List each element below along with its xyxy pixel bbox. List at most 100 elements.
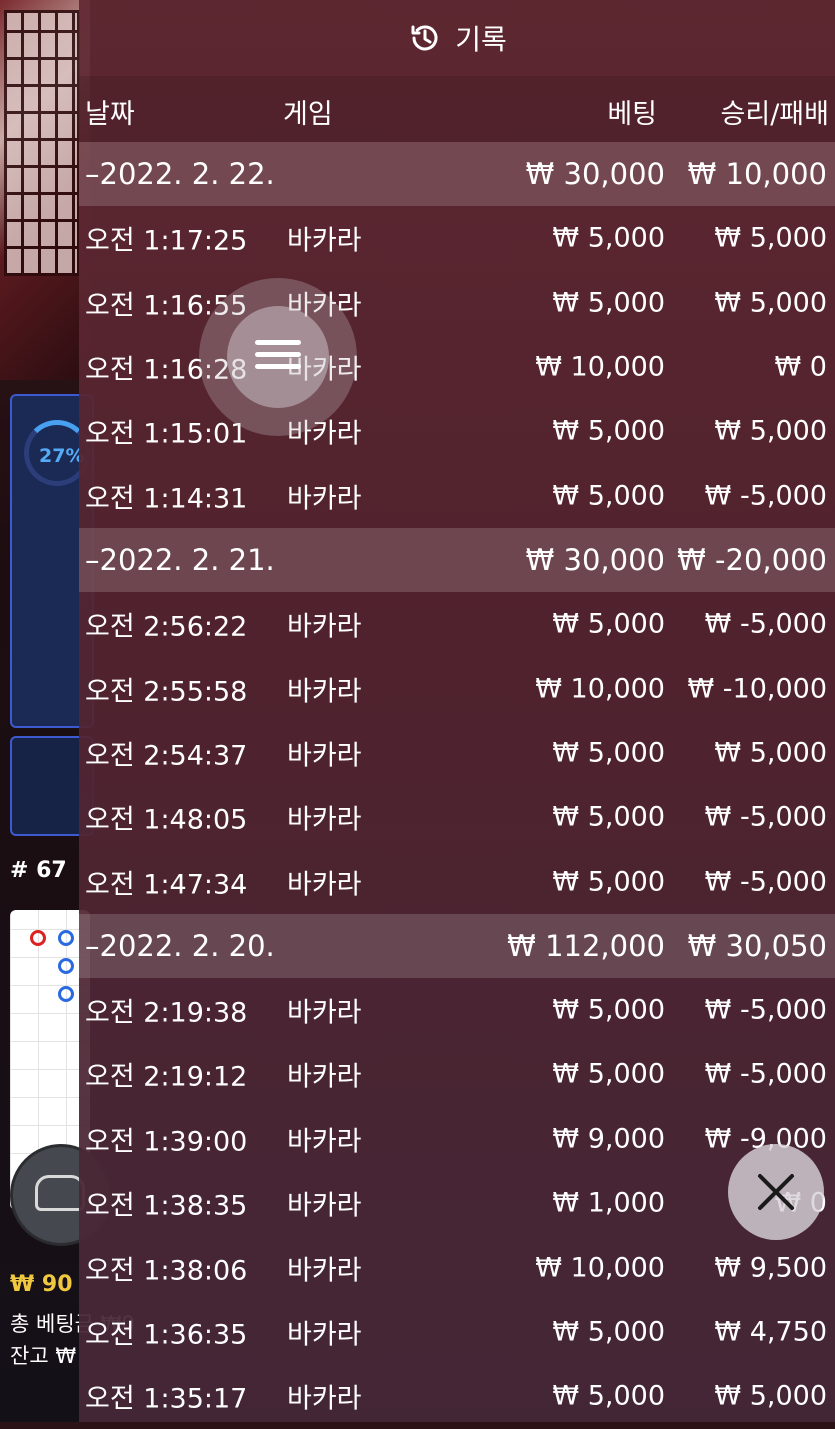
row-bet: ₩ 10,000 (535, 673, 665, 705)
background-lattice-window (4, 10, 80, 276)
group-date: –2022. 2. 21. (85, 542, 275, 577)
row-game: 바카라 (287, 1255, 362, 1287)
row-bet: ₩ 5,000 (552, 287, 665, 319)
history-row[interactable]: 오전 2:19:38 바카라 ₩ 5,000 ₩ -5,000 (79, 978, 835, 1042)
history-row[interactable]: 오전 1:38:35바카라₩ 1,000₩ 0 (79, 1171, 835, 1235)
row-time: 오전 1:17:25 (85, 225, 248, 257)
history-row[interactable]: 오전 1:14:31 바카라 ₩ 5,000 ₩ -5,000 (79, 464, 835, 528)
history-row[interactable]: 오전 1:17:25 바카라 ₩ 5,000 ₩ 5,000 (79, 206, 835, 270)
history-list[interactable]: –2022. 2. 22. ₩ 30,000 ₩ 10,000 오전 1:17:25 바… (79, 142, 835, 1429)
row-bet: ₩ 5,000 (552, 866, 665, 898)
close-icon (758, 1174, 794, 1210)
row-game: 바카라 (287, 611, 362, 643)
row-game: 바카라 (287, 804, 362, 836)
row-time: 오전 1:38:35 (85, 1190, 248, 1222)
row-bet: ₩ 5,000 (552, 608, 665, 640)
row-game: 바카라 (287, 1126, 362, 1158)
history-panel: 기록 날짜 게임 베팅 승리/패배 –2022. 2. 22. ₩ 30,000 ₩… (79, 0, 835, 1422)
group-total-bet: ₩ 112,000 (507, 928, 665, 963)
history-row[interactable]: 오전 1:48:05 바카라 ₩ 5,000 ₩ -5,000 (79, 785, 835, 849)
group-date: –2022. 2. 22. (85, 157, 275, 191)
row-bet: ₩ 10,000 (535, 351, 665, 383)
history-row[interactable]: 오전 1:39:00 바카라 ₩ 9,000 ₩ -9,000 (79, 1107, 835, 1171)
row-bet: ₩ 5,000 (552, 1380, 665, 1412)
history-title: 기록 (455, 23, 507, 56)
row-win-loss: ₩ 5,000 (714, 737, 827, 769)
row-game: 바카라 (287, 869, 362, 901)
history-title-bar: 기록 (79, 0, 835, 76)
row-bet: ₩ 5,000 (552, 1316, 665, 1348)
menu-button[interactable] (199, 278, 357, 436)
history-row[interactable]: 오전 1:15:01 바카라 ₩ 5,000 ₩ 5,000 (79, 399, 835, 463)
history-row[interactable]: 오전 1:16:28 바카라 ₩ 10,000 ₩ 0 (79, 335, 835, 399)
row-bet: ₩ 5,000 (552, 222, 665, 254)
row-win-loss: ₩ -5,000 (704, 608, 827, 640)
row-bet: ₩ 5,000 (552, 480, 665, 512)
row-time: 오전 1:35:17 (85, 1383, 248, 1415)
group-total-win-loss: ₩ 30,050 (687, 928, 827, 963)
balance-label: 잔고 ₩ (10, 1344, 77, 1368)
row-bet: ₩ 9,000 (552, 1123, 665, 1155)
date-group-header[interactable]: –2022. 2. 22. ₩ 30,000 ₩ 10,000 (79, 142, 835, 206)
column-header-date: 날짜 (85, 99, 135, 130)
history-row[interactable]: 오전 2:19:12 바카라 ₩ 5,000 ₩ -5,000 (79, 1042, 835, 1106)
row-time: 오전 1:36:35 (85, 1319, 248, 1351)
group-total-win-loss: ₩ -20,000 (677, 542, 827, 577)
row-time: 오전 2:55:58 (85, 676, 248, 708)
row-win-loss: ₩ 5,000 (714, 1380, 827, 1412)
row-win-loss: ₩ -10,000 (687, 673, 828, 705)
row-game: 바카라 (287, 1190, 362, 1222)
column-header-row: 날짜 게임 베팅 승리/패배 (79, 76, 835, 142)
row-win-loss: ₩ -5,000 (704, 994, 827, 1026)
date-group-header[interactable]: –2022. 2. 20. ₩ 112,000 ₩ 30,050 (79, 913, 835, 978)
row-bet: ₩ 5,000 (552, 737, 665, 769)
row-time: 오전 1:48:05 (85, 804, 248, 836)
history-icon (411, 25, 438, 51)
group-total-bet: ₩ 30,000 (525, 542, 665, 577)
row-game: 바카라 (287, 740, 362, 772)
history-row[interactable]: 오전 2:56:22 바카라 ₩ 5,000 ₩ -5,000 (79, 592, 835, 656)
history-row[interactable]: 오전 1:38:06 바카라 ₩ 10,000 ₩ 9,500 (79, 1235, 835, 1299)
progress-percent: 27% (39, 445, 85, 467)
round-number: # 67 (10, 858, 67, 883)
row-bet: ₩ 5,000 (552, 1058, 665, 1090)
row-time: 오전 1:15:01 (85, 418, 248, 450)
row-time: 오전 1:39:00 (85, 1126, 248, 1158)
column-header-win-loss: 승리/패배 (720, 99, 829, 130)
roadmap-banker-dot (30, 930, 46, 946)
row-win-loss: ₩ 0 (774, 351, 827, 383)
roadmap-player-dot (58, 958, 74, 974)
row-bet: ₩ 5,000 (552, 415, 665, 447)
row-time: 오전 1:38:06 (85, 1255, 248, 1287)
date-group-header[interactable]: –2022. 2. 21. ₩ 30,000 ₩ -20,000 (79, 527, 835, 592)
row-game: 바카라 (287, 1383, 362, 1415)
roadmap-player-dot (58, 986, 74, 1002)
row-bet: ₩ 5,000 (552, 994, 665, 1026)
column-header-bet: 베팅 (607, 99, 657, 130)
row-time: 오전 2:56:22 (85, 611, 248, 643)
row-win-loss: ₩ -5,000 (704, 801, 827, 833)
close-button[interactable] (728, 1144, 824, 1240)
row-game: 바카라 (287, 483, 362, 515)
history-row[interactable]: 오전 1:36:35 바카라 ₩ 5,000 ₩ 4,750 (79, 1300, 835, 1364)
row-win-loss: ₩ 5,000 (714, 287, 827, 319)
history-row[interactable]: 오전 1:16:55 바카라 ₩ 5,000 ₩ 5,000 (79, 270, 835, 334)
row-game: 바카라 (287, 225, 362, 257)
row-time: 오전 1:47:34 (85, 869, 248, 901)
row-game: 바카라 (287, 676, 362, 708)
row-win-loss: ₩ 4,750 (714, 1316, 827, 1348)
row-win-loss: ₩ 5,000 (714, 222, 827, 254)
row-time: 오전 2:19:38 (85, 997, 248, 1029)
group-date: –2022. 2. 20. (85, 928, 275, 963)
row-win-loss: ₩ 9,500 (714, 1252, 827, 1284)
roadmap-player-dot (58, 930, 74, 946)
row-win-loss: ₩ -5,000 (704, 1058, 827, 1090)
row-game: 바카라 (287, 997, 362, 1029)
history-row[interactable]: 오전 2:54:37 바카라 ₩ 5,000 ₩ 5,000 (79, 721, 835, 785)
history-row[interactable]: 오전 2:55:58 바카라 ₩ 10,000 ₩ -10,000 (79, 656, 835, 720)
history-row[interactable]: 오전 1:47:34 바카라 ₩ 5,000 ₩ -5,000 (79, 850, 835, 914)
row-win-loss: ₩ -5,000 (704, 480, 827, 512)
history-row[interactable]: 오전 1:35:17 바카라 ₩ 5,000 ₩ 5,000 (79, 1364, 835, 1428)
row-game: 바카라 (287, 1319, 362, 1351)
group-total-win-loss: ₩ 10,000 (687, 157, 827, 191)
